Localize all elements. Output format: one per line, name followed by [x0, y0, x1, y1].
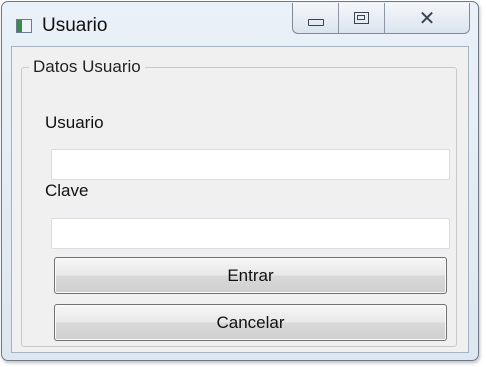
client-area: Datos Usuario Usuario Clave Entrar Cance…: [11, 46, 469, 353]
maximize-button[interactable]: [339, 3, 385, 33]
minimize-button[interactable]: [293, 3, 339, 33]
usuario-input[interactable]: [51, 149, 450, 180]
usuario-label: Usuario: [45, 113, 104, 132]
window-title: Usuario: [42, 15, 108, 36]
close-icon: ✕: [418, 6, 436, 30]
close-button[interactable]: ✕: [385, 3, 469, 33]
title-bar[interactable]: Usuario ✕: [2, 2, 478, 46]
login-window: Usuario ✕ Datos Usuario Usuario Clave En…: [1, 1, 479, 361]
minimize-icon: [307, 18, 324, 26]
clave-input[interactable]: [51, 218, 450, 249]
clave-label: Clave: [45, 181, 89, 200]
cancelar-button[interactable]: Cancelar: [54, 304, 447, 341]
entrar-button[interactable]: Entrar: [54, 257, 447, 294]
app-window-icon: [16, 19, 32, 33]
maximize-icon: [354, 12, 369, 24]
group-title: Datos Usuario: [33, 57, 141, 76]
datos-usuario-group: Datos Usuario Usuario Clave Entrar Cance…: [21, 57, 457, 347]
caption-buttons: ✕: [292, 3, 470, 34]
